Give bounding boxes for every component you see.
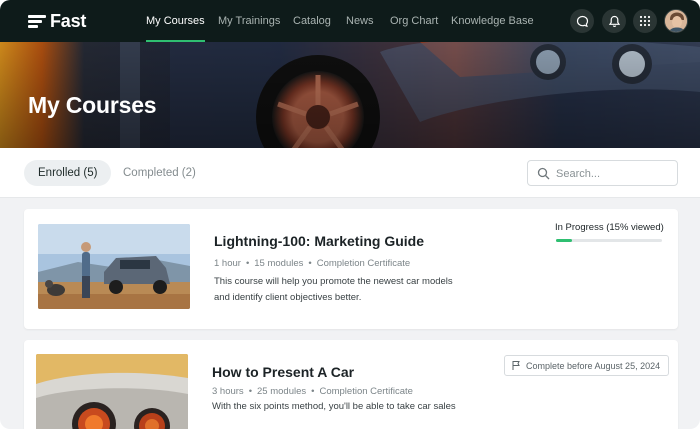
course-modules: 25 modules	[257, 386, 307, 397]
chat-button[interactable]	[570, 9, 594, 33]
user-avatar[interactable]	[664, 9, 688, 33]
apps-button[interactable]	[633, 9, 657, 33]
search-input[interactable]	[556, 165, 671, 182]
course-card[interactable]: How to Present A Car 3 hours • 25 modules •…	[24, 340, 678, 429]
chat-icon	[576, 15, 588, 27]
apps-grid-icon	[639, 15, 651, 27]
nav-my-courses[interactable]: My Courses	[146, 0, 205, 42]
course-modules: 15 modules	[254, 258, 304, 269]
course-title[interactable]: Lightning-100: Marketing Guide	[214, 233, 424, 249]
course-duration: 1 hour	[214, 258, 241, 269]
course-meta: 3 hours • 25 modules • Completion Certificat…	[212, 386, 413, 397]
nav-knowledge-base[interactable]: Knowledge Base	[451, 0, 534, 42]
tab-enrolled[interactable]: Enrolled (5)	[24, 160, 112, 186]
nav-news[interactable]: News	[346, 0, 374, 42]
nav-catalog[interactable]: Catalog	[293, 0, 331, 42]
logo-icon	[28, 14, 46, 29]
app-window: Fast My Courses My Trainings Catalog New…	[0, 0, 700, 429]
course-duration: 3 hours	[212, 386, 244, 397]
due-date-text: Complete before August 25, 2024	[526, 360, 661, 371]
page-title: My Courses	[28, 92, 157, 118]
bell-icon	[608, 15, 620, 27]
progress-bar	[556, 239, 662, 242]
nav-my-trainings[interactable]: My Trainings	[218, 0, 280, 42]
nav-org-chart[interactable]: Org Chart	[390, 0, 438, 42]
course-description: With the six points method, you'll be ab…	[212, 401, 456, 412]
notifications-button[interactable]	[602, 9, 626, 33]
course-meta: 1 hour • 15 modules • Completion Certificate	[214, 258, 411, 269]
search-icon	[537, 167, 550, 180]
course-thumbnail	[36, 354, 188, 429]
search-box[interactable]	[527, 160, 678, 186]
flag-icon	[512, 361, 520, 370]
course-description: This course will help you promote the ne…	[214, 276, 453, 303]
course-status: In Progress (15% viewed)	[555, 222, 664, 233]
progress-fill	[556, 239, 572, 242]
hero-banner: My Courses	[0, 42, 700, 148]
course-title[interactable]: How to Present A Car	[212, 364, 354, 380]
top-nav: Fast My Courses My Trainings Catalog New…	[0, 0, 700, 42]
course-card[interactable]: Lightning-100: Marketing Guide 1 hour • 15…	[24, 209, 678, 329]
course-thumbnail	[38, 224, 190, 309]
tab-completed[interactable]: Completed (2)	[109, 160, 210, 186]
course-certificate: Completion Certificate	[316, 258, 411, 269]
brand-logo[interactable]: Fast	[28, 11, 86, 32]
course-certificate: Completion Certificate	[319, 386, 413, 397]
due-date-badge: Complete before August 25, 2024	[504, 355, 670, 376]
avatar-image	[665, 10, 687, 32]
brand-name: Fast	[50, 11, 87, 31]
